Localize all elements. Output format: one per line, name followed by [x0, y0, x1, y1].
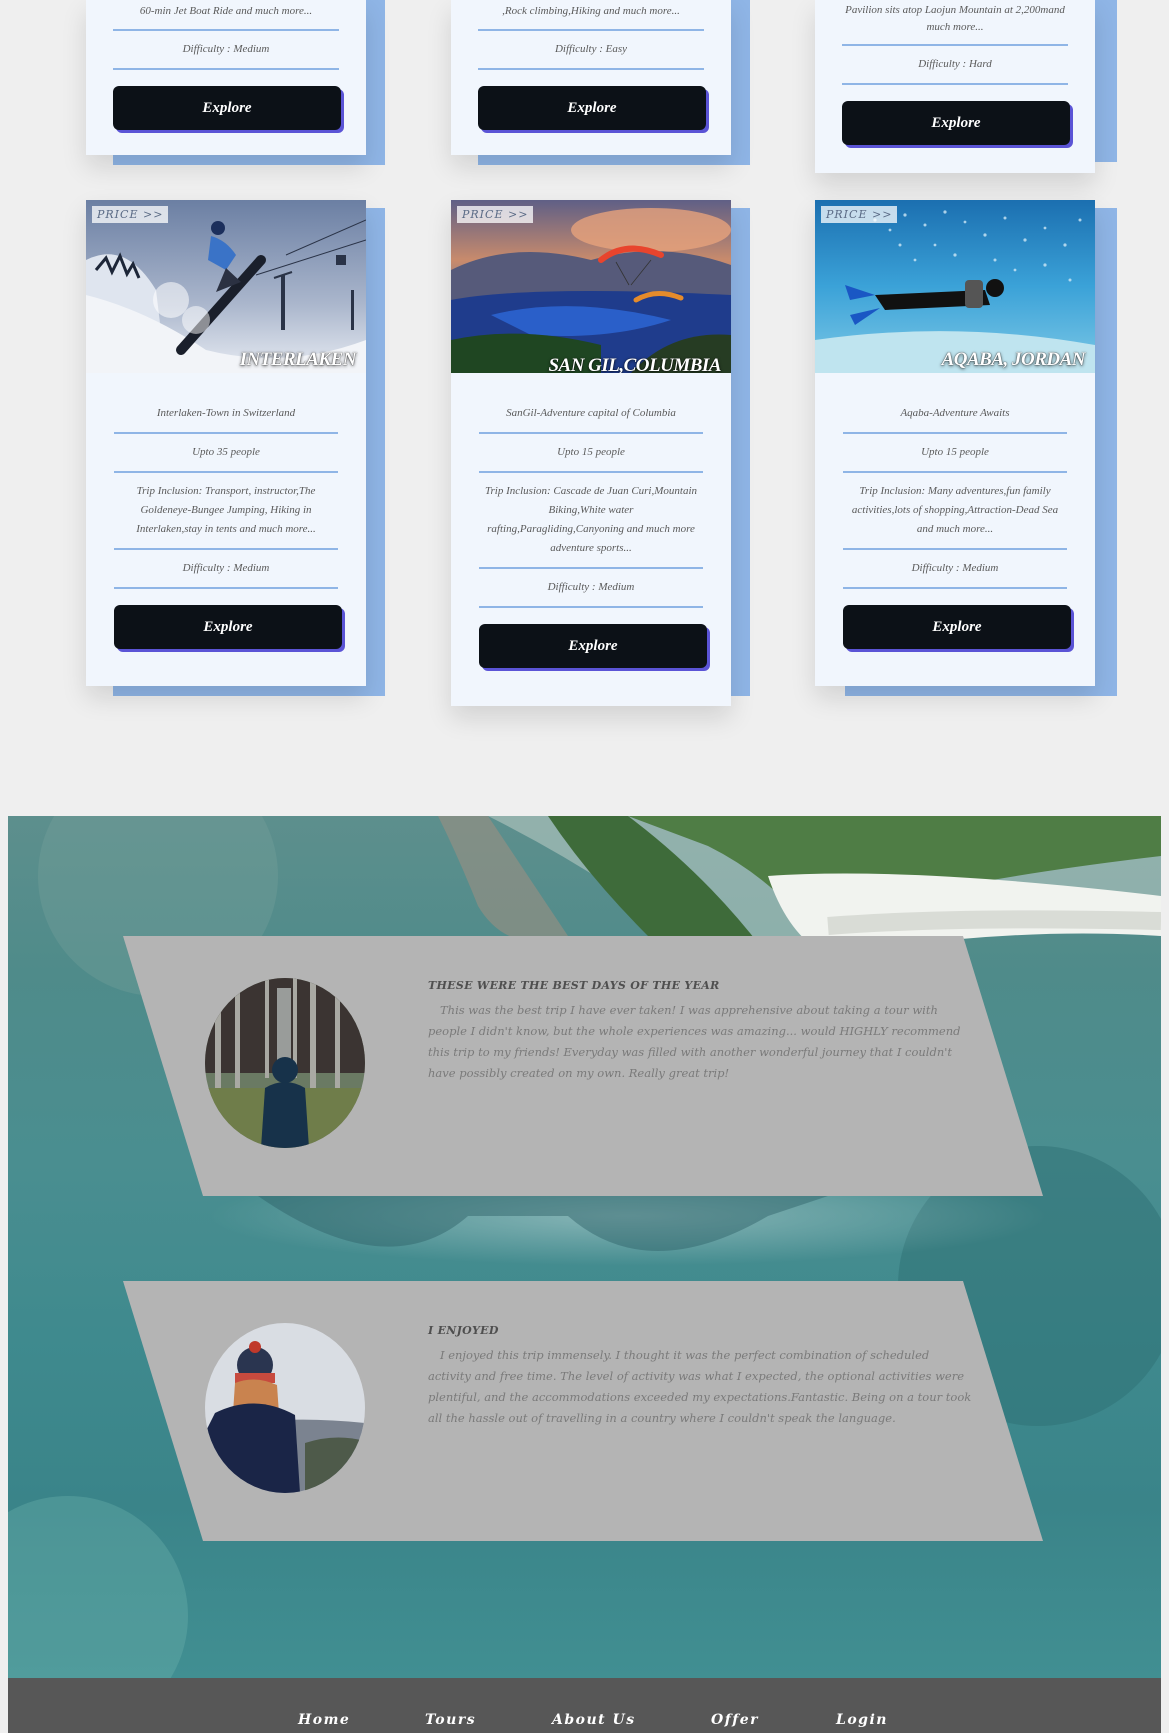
price-tag[interactable]: PRICE >>	[821, 206, 898, 223]
testimonial-card: I ENJOYED I enjoyed this trip immensely.…	[123, 1281, 1043, 1541]
card-difficulty: Difficulty : Medium	[843, 550, 1067, 589]
tour-image: PRICE >> AQABA, JORDAN	[815, 200, 1095, 373]
card-difficulty: Difficulty : Medium	[114, 550, 338, 589]
card-difficulty: Difficulty : Easy	[478, 31, 704, 70]
card-inclusion: Trip Inclusion: Cascade de Juan Curi,Mou…	[479, 473, 703, 569]
place-name: SAN GIL,COLUMBIA	[548, 355, 721, 373]
testimonial-text: This was the best trip I have ever taken…	[428, 1003, 961, 1080]
card-inclusion: Trip Inclusion: Transport, instructor,Th…	[114, 473, 338, 550]
card-difficulty: Difficulty : Medium	[479, 569, 703, 608]
tour-image: PRICE >> SAN GIL,COLUMBIA	[451, 200, 731, 373]
diver-photo	[815, 200, 1095, 373]
card-subtitle: Aqaba-Adventure Awaits	[843, 395, 1067, 434]
testimonial-card: THESE WERE THE BEST DAYS OF THE YEAR Thi…	[123, 936, 1043, 1196]
card: PRICE >> AQABA, JORDAN Aqaba-Adventure A…	[815, 200, 1095, 686]
card-inclusion: Trip Inclusion: Many adventures,fun fami…	[843, 473, 1067, 550]
card-snippet: ,Rock climbing,Hiking and much more...	[478, 0, 704, 31]
avatar-forest-photo	[205, 978, 365, 1148]
card-body: Interlaken-Town in Switzerland Upto 35 p…	[86, 373, 366, 649]
card: Pavilion sits atop Laojun Mountain at 2,…	[815, 0, 1095, 173]
card: ,Rock climbing,Hiking and much more... D…	[451, 0, 731, 155]
avatar-mountain-photo	[205, 1323, 365, 1493]
card: 60-min Jet Boat Ride and much more... Di…	[86, 0, 366, 155]
card-capacity: Upto 15 people	[479, 434, 703, 473]
place-name: INTERLAKEN	[239, 349, 357, 370]
paragliding-photo	[451, 200, 731, 373]
testimonial-title: THESE WERE THE BEST DAYS OF THE YEAR	[428, 979, 720, 992]
testimonial-text: I enjoyed this trip immensely. I thought…	[428, 1348, 972, 1425]
footer-link-home[interactable]: Home	[298, 1712, 350, 1728]
price-tag[interactable]: PRICE >>	[92, 206, 169, 223]
card-snippet: 60-min Jet Boat Ride and much more...	[113, 0, 339, 31]
avatar	[205, 978, 365, 1148]
tour-image: PRICE >> INTERLAKEN	[86, 200, 366, 373]
testimonials-section: THESE WERE THE BEST DAYS OF THE YEAR Thi…	[8, 816, 1161, 1678]
explore-button[interactable]: Explore	[478, 86, 706, 130]
footer: Home Tours About Us Offer Login	[8, 1678, 1161, 1733]
avatar	[205, 1323, 365, 1493]
card: PRICE >> SAN GIL,COLUMBIA SanGil-Adventu…	[451, 200, 731, 706]
card-capacity: Upto 35 people	[114, 434, 338, 473]
explore-button[interactable]: Explore	[479, 624, 707, 668]
card-subtitle: SanGil-Adventure capital of Columbia	[479, 395, 703, 434]
snowboard-photo	[86, 200, 366, 373]
card-snippet: Pavilion sits atop Laojun Mountain at 2,…	[842, 0, 1068, 46]
footer-link-offer[interactable]: Offer	[711, 1712, 759, 1728]
footer-link-login[interactable]: Login	[836, 1712, 888, 1728]
footer-link-tours[interactable]: Tours	[425, 1712, 476, 1728]
explore-button[interactable]: Explore	[843, 605, 1071, 649]
testimonial-title: I ENJOYED	[428, 1324, 499, 1337]
card-subtitle: Interlaken-Town in Switzerland	[114, 395, 338, 434]
explore-button[interactable]: Explore	[842, 101, 1070, 145]
card: PRICE >> INTERLAKEN Interlaken-Town in S…	[86, 200, 366, 686]
explore-button[interactable]: Explore	[114, 605, 342, 649]
card-difficulty: Difficulty : Medium	[113, 31, 339, 70]
card-capacity: Upto 15 people	[843, 434, 1067, 473]
card-body: SanGil-Adventure capital of Columbia Upt…	[451, 373, 731, 668]
footer-link-about-us[interactable]: About Us	[552, 1712, 636, 1728]
price-tag[interactable]: PRICE >>	[457, 206, 534, 223]
place-name: AQABA, JORDAN	[941, 349, 1086, 370]
explore-button[interactable]: Explore	[113, 86, 341, 130]
card-difficulty: Difficulty : Hard	[842, 46, 1068, 85]
card-body: Aqaba-Adventure Awaits Upto 15 people Tr…	[815, 373, 1095, 649]
